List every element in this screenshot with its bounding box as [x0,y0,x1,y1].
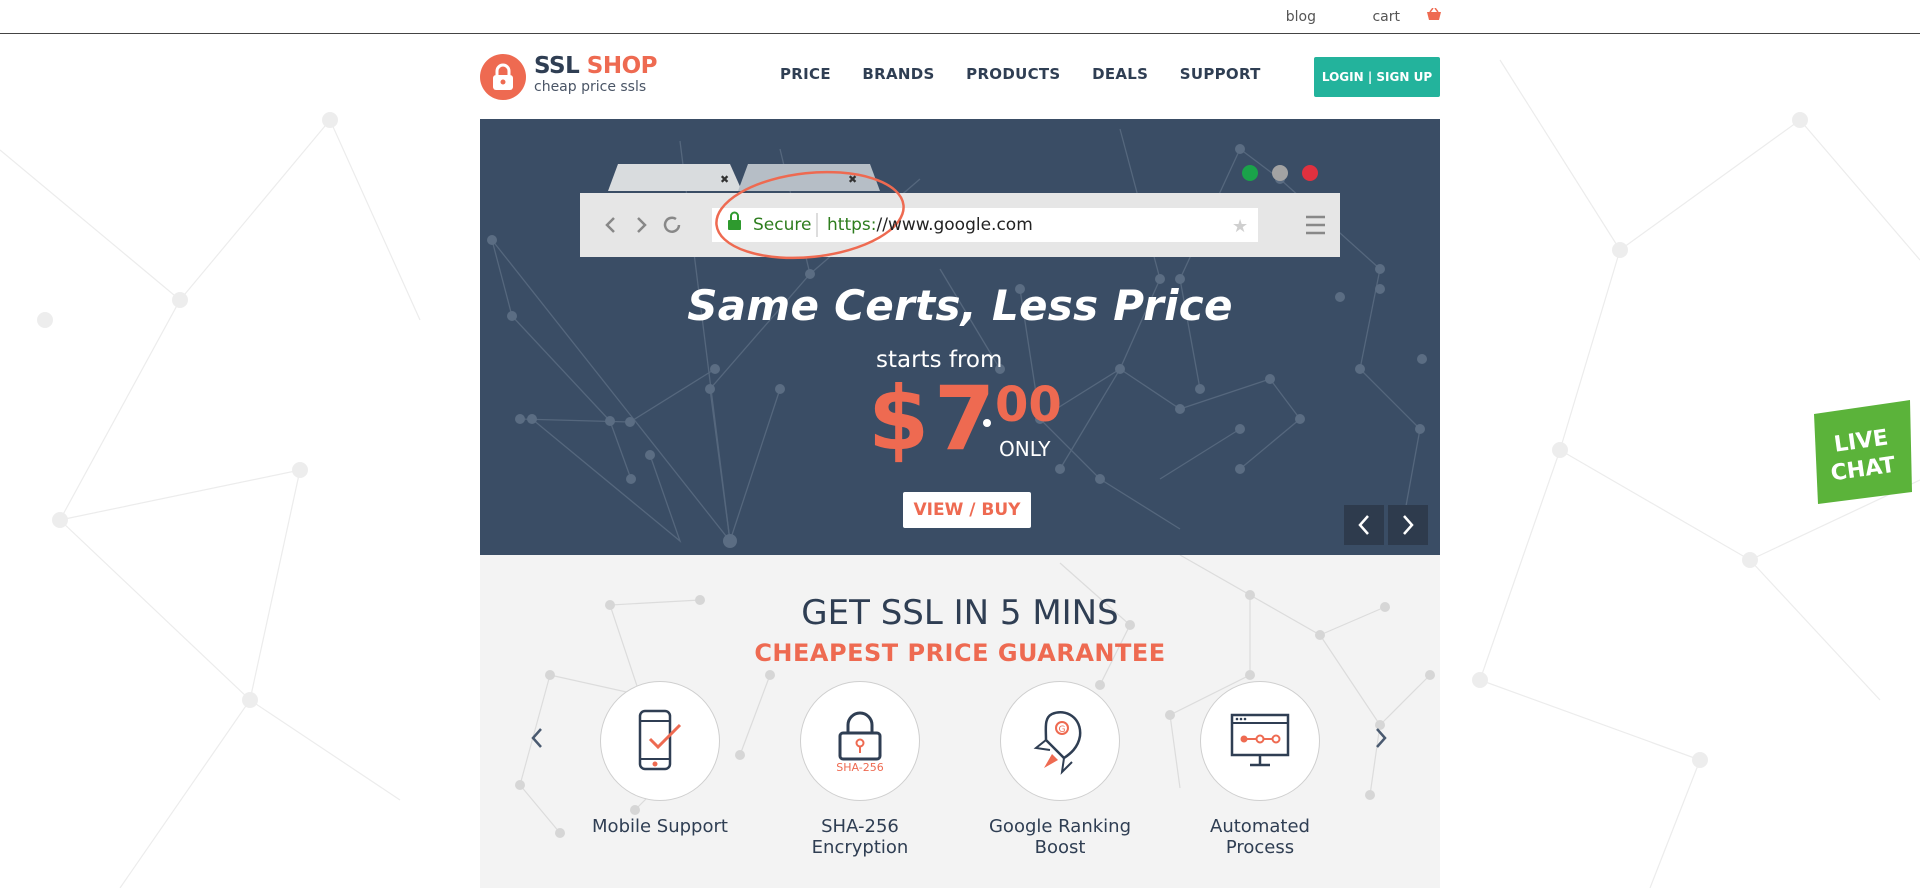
nav-price[interactable]: PRICE [780,65,831,83]
chevron-right-icon [1376,728,1387,748]
logo-lock-icon[interactable] [480,54,526,100]
svg-text:★: ★ [1232,216,1248,237]
rocket-icon: G [1000,681,1120,801]
url-https: https: [827,215,877,235]
cart-link[interactable]: cart [1346,7,1442,25]
hero-network-pattern: ✖ ✖ ★ [487,128,1427,548]
sha-badge-text: SHA-256 [836,761,884,773]
svg-text:✖: ✖ [720,173,729,186]
feature-label: Automated Process [1210,816,1310,858]
hero-slider: ✖ ✖ ★ Secure https://www.google.com Same… [480,119,1440,555]
live-chat-button[interactable]: LIVE CHAT [1808,400,1914,504]
price-cents: 00 [995,377,1062,433]
url-domain: //www.google.com [876,215,1033,235]
section-subtitle: CHEAPEST PRICE GUARANTEE [754,639,1166,667]
feature-sha256[interactable]: SHA-256 SHA-256 Encryption [780,681,940,858]
feature-automated-process[interactable]: Automated Process [1180,681,1340,858]
features-next-button[interactable] [1366,723,1396,753]
feature-google-ranking[interactable]: G Google Ranking Boost [980,681,1140,858]
feature-label: SHA-256 Encryption [811,816,909,858]
view-buy-button[interactable]: VIEW / BUY [903,492,1031,528]
hero-title: Same Certs, Less Price [687,281,1233,330]
logo-ssl: SSL [534,53,580,79]
monitor-process-icon [1200,681,1320,801]
blog-link[interactable]: blog [1286,9,1316,25]
top-links: blog cart [1260,7,1442,25]
feature-label: Mobile Support [592,816,728,837]
feature-label: Google Ranking Boost [988,816,1131,858]
features-section: GET SSL IN 5 MINS CHEAPEST PRICE GUARANT… [480,555,1440,888]
browser-url: https://www.google.com [827,215,1033,235]
top-bar: blog cart [0,0,1920,34]
mobile-check-icon [600,681,720,801]
site-header: SSL SHOP cheap price ssls PRICE BRANDS P… [480,52,1440,112]
cart-label: cart [1372,8,1400,25]
price-only-label: ONLY [999,437,1051,461]
svg-text:G: G [1059,725,1066,735]
price-decimal-dot [983,419,991,427]
features-prev-button[interactable] [522,723,552,753]
main-nav: PRICE BRANDS PRODUCTS DEALS SUPPORT [780,65,1287,83]
section-title: GET SSL IN 5 MINS [801,593,1119,633]
price-currency: $ [868,367,930,470]
login-signup-button[interactable]: LOGIN | SIGN UP [1314,57,1440,97]
chevron-left-icon [1358,515,1369,535]
lock-icon: SHA-256 [800,681,920,801]
basket-icon [1426,7,1442,25]
nav-support[interactable]: SUPPORT [1180,65,1261,83]
hero-prev-button[interactable] [1344,505,1384,545]
nav-products[interactable]: PRODUCTS [966,65,1060,83]
feature-mobile-support[interactable]: Mobile Support [580,681,740,837]
hero-next-button[interactable] [1388,505,1428,545]
chevron-left-icon [531,728,542,748]
logo-tagline: cheap price ssls [534,79,647,95]
chevron-right-icon [1403,515,1414,535]
logo-shop: SHOP [586,53,658,79]
nav-deals[interactable]: DEALS [1092,65,1148,83]
nav-brands[interactable]: BRANDS [862,65,934,83]
logo[interactable]: SSL SHOP cheap price ssls [534,53,658,95]
browser-secure-label: Secure [753,215,812,235]
